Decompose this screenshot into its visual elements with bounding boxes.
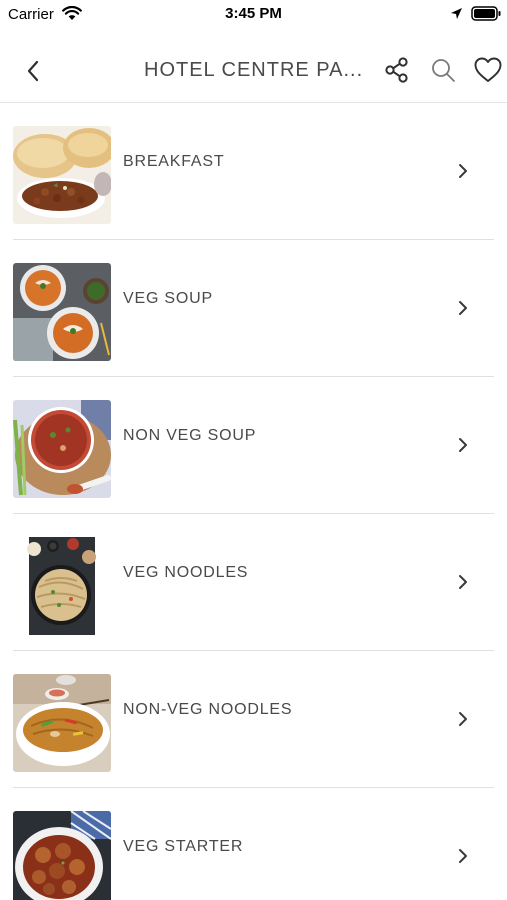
heart-icon [474,57,502,82]
chevron-left-icon [27,60,39,82]
chevron-right-icon [459,849,467,863]
chevron-right-icon [459,301,467,315]
veg-soup-thumbnail [13,263,111,361]
category-label: VEG NOODLES [123,564,249,581]
category-label: NON-VEG NOODLES [123,701,293,718]
breakfast-thumbnail [13,126,111,224]
chevron-right-icon [459,438,467,452]
favorite-button[interactable] [472,54,504,86]
chevron-right-icon [459,575,467,589]
back-button[interactable] [16,56,50,86]
veg-starter-thumbnail [13,811,111,900]
category-item-non-veg-noodles[interactable]: NON-VEG NOODLES [0,651,507,788]
category-list: BREAKFAST VEG SOUP NON VEG SOUP VEG NOOD… [0,103,507,900]
category-label: BREAKFAST [123,153,225,170]
category-label: NON VEG SOUP [123,427,257,444]
page-title: HOTEL CENTRE PA... [144,59,364,81]
share-icon [385,57,408,83]
navigation-bar: HOTEL CENTRE PA... [0,28,507,103]
category-item-non-veg-soup[interactable]: NON VEG SOUP [0,377,507,514]
category-item-veg-noodles[interactable]: VEG NOODLES [0,514,507,651]
category-item-veg-starter[interactable]: VEG STARTER [0,788,507,900]
veg-noodles-thumbnail [13,537,111,635]
category-item-breakfast[interactable]: BREAKFAST [0,103,507,240]
status-time: 3:45 PM [225,5,282,22]
search-icon [432,59,455,82]
battery-icon [471,6,501,21]
chevron-right-icon [459,712,467,726]
category-label: VEG STARTER [123,838,244,855]
search-button[interactable] [427,54,459,86]
non-veg-noodles-thumbnail [13,674,111,772]
location-arrow-icon [451,8,462,19]
status-bar: Carrier 3:45 PM [0,0,507,28]
category-label: VEG SOUP [123,290,213,307]
non-veg-soup-thumbnail [13,400,111,498]
chevron-right-icon [459,164,467,178]
category-item-veg-soup[interactable]: VEG SOUP [0,240,507,377]
share-button[interactable] [381,54,413,86]
